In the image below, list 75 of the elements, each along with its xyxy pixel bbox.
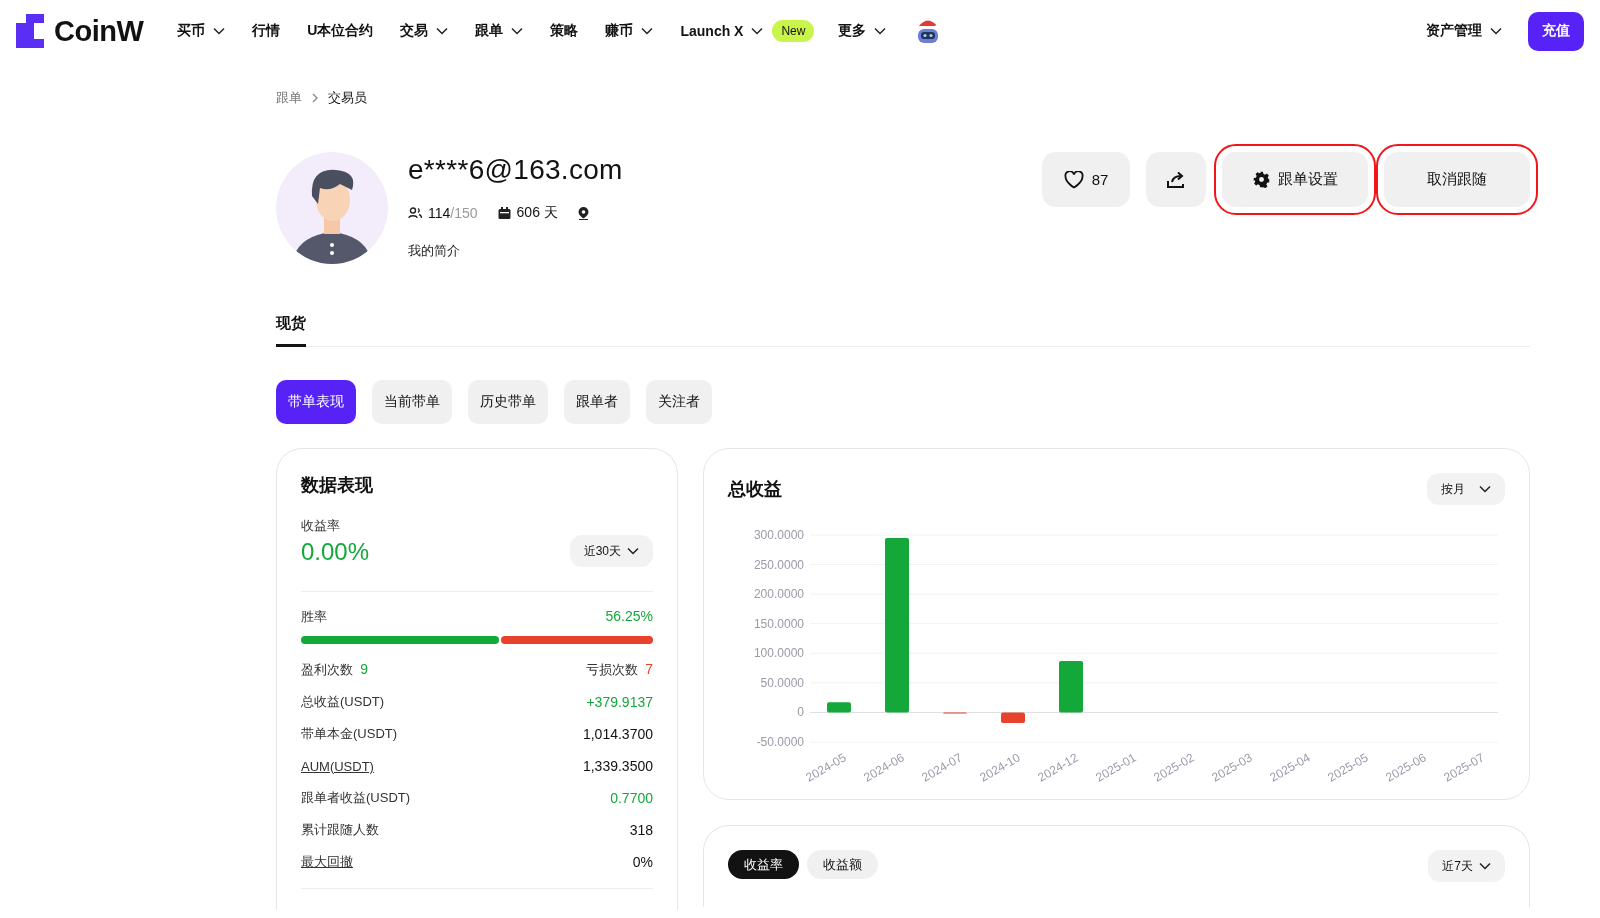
section-tab[interactable]: 当前带单 — [372, 380, 452, 424]
calendar-icon — [497, 207, 511, 219]
profit-bar — [827, 702, 851, 713]
y-tick-label: 100.0000 — [753, 646, 804, 661]
share-button[interactable] — [1146, 152, 1206, 207]
nav-item[interactable]: 行情 — [252, 22, 281, 40]
breadcrumb-current: 交易员 — [328, 89, 367, 107]
stat-value: 1,339.3500 — [582, 758, 653, 774]
period-dropdown[interactable]: 近7天 — [1428, 850, 1505, 882]
loss-bar — [1001, 712, 1025, 724]
nav-item[interactable]: U本位合约 — [307, 22, 374, 40]
section-tab[interactable]: 跟单者 — [564, 380, 630, 424]
y-tick-label: 250.0000 — [753, 557, 804, 572]
section-tab[interactable]: 历史带单 — [468, 380, 548, 424]
profit-bar — [1059, 660, 1083, 713]
stat-value: 0% — [632, 854, 653, 870]
card-title: 总收益 — [728, 478, 782, 501]
logo-text: CoinW — [54, 14, 144, 48]
location-pin-icon — [577, 206, 589, 220]
stat-link[interactable]: AUM(USDT) — [301, 758, 374, 774]
period-dropdown[interactable]: 近30天 — [569, 535, 653, 567]
trader-bio: 我的简介 — [408, 242, 461, 260]
chevron-down-icon — [1479, 485, 1491, 493]
stat-value: 0.7700 — [610, 790, 653, 806]
like-button[interactable]: 87 — [1042, 152, 1130, 207]
metric-tab[interactable]: 收益率 — [728, 850, 799, 879]
stat-value: +379.9137 — [586, 694, 653, 710]
stat-label: 跟单者收益(USDT) — [301, 789, 411, 807]
trader-name: e****6@163.com — [408, 154, 624, 186]
section-tab[interactable]: 关注者 — [646, 380, 712, 424]
logo-icon — [16, 14, 44, 48]
users-icon — [408, 207, 422, 219]
stat-label: 总收益(USDT) — [301, 693, 385, 711]
win-rate-value: 56.25% — [605, 608, 653, 626]
period-dropdown[interactable]: 按月 — [1427, 473, 1505, 505]
y-tick-label: 50.0000 — [760, 675, 804, 690]
nav-item[interactable]: 赚币 — [605, 22, 654, 40]
days-count: 606 天 — [516, 204, 558, 222]
asset-menu[interactable]: 资产管理 — [1426, 22, 1502, 40]
metric-tab[interactable]: 收益额 — [807, 850, 878, 879]
y-tick-label: -50.0000 — [756, 735, 804, 749]
market-tab[interactable]: 现货 — [276, 314, 306, 347]
breadcrumb-link[interactable]: 跟单 — [276, 89, 302, 107]
loss-count: 亏损次数 7 — [585, 661, 653, 679]
gear-icon — [1252, 171, 1270, 188]
y-tick-label: 150.0000 — [753, 616, 804, 631]
win-rate-label: 胜率 — [301, 608, 327, 626]
stat-link[interactable]: 最大回撤 — [301, 853, 353, 871]
stat-label: 累计跟随人数 — [301, 821, 379, 839]
rate-label: 收益率 — [301, 517, 341, 535]
follower-count: 114/150 — [428, 205, 478, 221]
y-tick-label: 300.0000 — [753, 528, 804, 542]
chevron-down-icon — [1479, 862, 1491, 870]
y-tick-label: 0 — [797, 705, 804, 720]
nav-item[interactable]: 买币 — [177, 22, 226, 40]
return-rate: 0.00% — [301, 538, 370, 566]
chevron-right-icon — [312, 93, 318, 103]
heart-icon — [1063, 170, 1084, 189]
stat-value: 1,014.3700 — [582, 726, 653, 742]
avatar-icon — [276, 152, 388, 264]
nav-item[interactable]: 交易 — [400, 22, 449, 40]
new-badge: New — [772, 20, 815, 42]
share-icon — [1166, 170, 1186, 189]
card-title: 数据表现 — [301, 474, 374, 497]
nav-item[interactable]: 更多 — [838, 22, 887, 40]
stat-value: 318 — [629, 822, 653, 838]
y-tick-label: 200.0000 — [753, 587, 804, 602]
chevron-down-icon — [627, 547, 639, 555]
stat-label: 带单本金(USDT) — [301, 725, 398, 743]
deposit-button[interactable]: 充值 — [1528, 11, 1584, 51]
profit-count: 盈利次数 9 — [301, 661, 369, 679]
section-tab[interactable]: 带单表现 — [276, 380, 356, 424]
nav-item[interactable]: 跟单 — [475, 22, 524, 40]
nav-item[interactable]: Launch X — [680, 23, 764, 39]
nav-item[interactable]: 策略 — [550, 22, 579, 40]
